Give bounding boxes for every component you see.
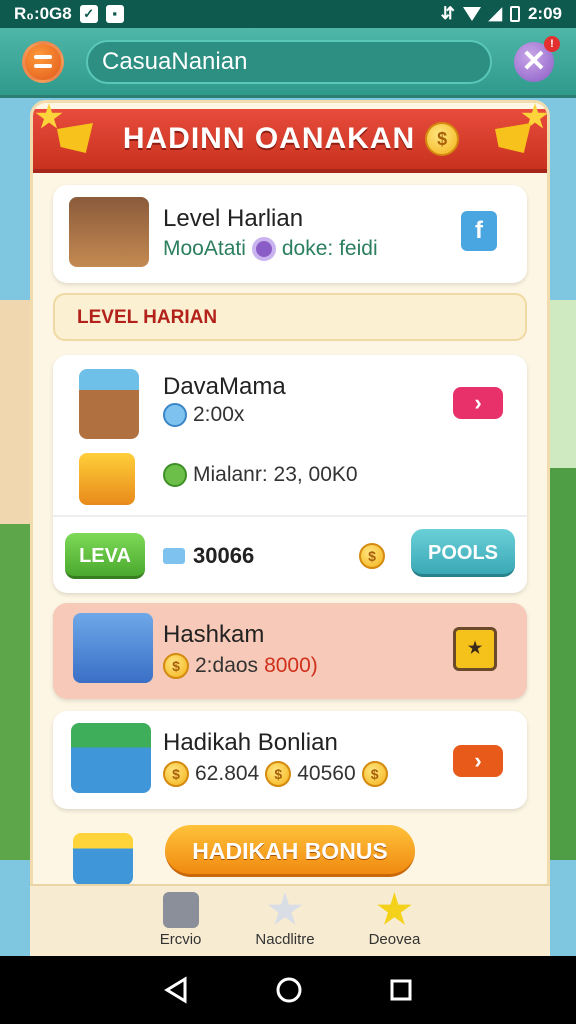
value-text: 2:00x <box>193 403 245 426</box>
close-icon: ✕ <box>521 44 547 78</box>
value-b-text: 40560 <box>297 762 356 785</box>
hash-card[interactable]: Hashkam $ 2:daos 8000) ★ <box>53 603 527 699</box>
close-button[interactable]: ✕ ! <box>514 35 560 82</box>
arrow-button[interactable]: › <box>453 387 503 419</box>
search-input[interactable]: CasuaNanian <box>86 39 492 84</box>
gem-icon <box>251 237 276 261</box>
card-value: 2:00x <box>163 403 244 427</box>
toolbox-icon <box>73 613 153 683</box>
wifi-icon <box>462 7 481 21</box>
title-banner: HADINN OANAKAN $ <box>33 109 547 173</box>
coin-icon: $ <box>359 543 385 569</box>
card-title: Level Harlian <box>163 205 304 232</box>
signal-icon: ◢ <box>488 4 502 23</box>
card-title: Hashkam <box>163 621 265 648</box>
bonus-button[interactable]: HADIKAH BONUS <box>165 825 415 877</box>
card-subtitle-b: doke: feidi <box>281 237 378 260</box>
stat-text: Mialanr: 23, 00K0 <box>193 463 358 486</box>
leva-button[interactable]: LEVA <box>65 533 145 579</box>
status-left: R₀:0G8 ✓ ▪ <box>14 4 124 24</box>
menu-button[interactable] <box>22 40 64 83</box>
card-subtitle: MooAtati doke: feidi <box>163 237 378 261</box>
coin-icon: $ <box>163 761 189 787</box>
action-row: LEVA 30066 $ POOLS <box>53 515 527 593</box>
vibrate-icon: ⇵ <box>440 4 455 23</box>
coin-icon: $ <box>361 761 388 787</box>
home-icon[interactable] <box>275 976 303 1004</box>
card-icon <box>163 548 185 564</box>
star-icon <box>267 892 303 925</box>
coin-icon: $ <box>425 122 460 156</box>
camera-icon <box>162 892 199 928</box>
arrow-button[interactable]: › <box>453 745 503 777</box>
checkbox-icon: ✓ <box>79 5 98 23</box>
value-a-text: 62.804 <box>195 762 260 785</box>
star-icon <box>377 892 412 925</box>
amount-display: 30066 <box>163 543 254 569</box>
dava-card: DavaMama 2:00x › Mialanr: 23, 00K0 LEVA … <box>53 355 527 593</box>
notification-icon: ▪ <box>105 5 124 23</box>
chest-icon <box>79 453 135 505</box>
battery-icon <box>509 6 520 22</box>
nav-label: Nacdlitre <box>255 931 315 948</box>
status-right: ⇵ ◢ 2:09 <box>441 4 562 24</box>
card-subtitle-a: MooAtati <box>163 237 246 260</box>
notification-badge-icon: ! <box>544 35 560 52</box>
check-icon <box>163 463 187 487</box>
bonus-card[interactable]: Hadikah Bonlian $ 62.804 $ 40560 $ › <box>53 711 527 809</box>
value-red-text: 8000) <box>264 654 318 677</box>
nav-label: Ercvio <box>159 931 202 948</box>
gift-box-icon[interactable]: ★ <box>453 627 497 671</box>
status-bar: R₀:0G8 ✓ ▪ ⇵ ◢ 2:09 <box>0 0 576 28</box>
recents-icon[interactable] <box>389 978 413 1002</box>
card-stat: Mialanr: 23, 00K0 <box>163 463 358 487</box>
banner-title: HADINN OANAKAN <box>122 122 416 155</box>
gem-icon <box>163 403 187 427</box>
barrel-icon <box>79 369 139 439</box>
daily-level-card[interactable]: Level Harlian MooAtati doke: feidi f <box>53 185 527 283</box>
menu-icon <box>34 55 52 59</box>
amount-text: 30066 <box>193 543 255 568</box>
gift-icon[interactable]: f <box>461 211 497 251</box>
value-text: 2:daos <box>195 654 259 677</box>
status-time-left: R₀:0G8 <box>14 4 72 23</box>
coin-icon: $ <box>163 653 189 679</box>
status-time-right: 2:09 <box>527 4 562 23</box>
bottom-nav: Ercvio Nacdlitre Deovea <box>30 884 550 956</box>
nav-item-ercvio[interactable]: Ercvio <box>159 892 202 956</box>
section-label: LEVEL HARIAN <box>53 293 527 341</box>
nav-item-deovea[interactable]: Deovea <box>368 892 421 956</box>
card-value: $ 62.804 $ 40560 $ <box>163 761 388 787</box>
card-title: Hadikah Bonlian <box>163 729 338 756</box>
coin-chest-icon <box>73 833 133 885</box>
coin-icon: $ <box>265 761 292 787</box>
system-nav-bar <box>0 956 576 1024</box>
back-icon[interactable] <box>163 976 189 1004</box>
nav-item-nacdlitre[interactable]: Nacdlitre <box>255 892 315 956</box>
crate-icon <box>69 197 149 267</box>
card-value: $ 2:daos 8000) <box>163 653 318 679</box>
main-panel: HADINN OANAKAN $ Level Harlian MooAtati … <box>30 100 550 900</box>
card-title: DavaMama <box>163 373 286 400</box>
pools-button[interactable]: POOLS <box>411 529 515 577</box>
top-app-bar: CasuaNanian ✕ ! <box>0 28 576 98</box>
nav-label: Deovea <box>368 931 421 948</box>
menu-icon-line <box>34 64 52 68</box>
treasure-box-icon <box>71 723 151 793</box>
